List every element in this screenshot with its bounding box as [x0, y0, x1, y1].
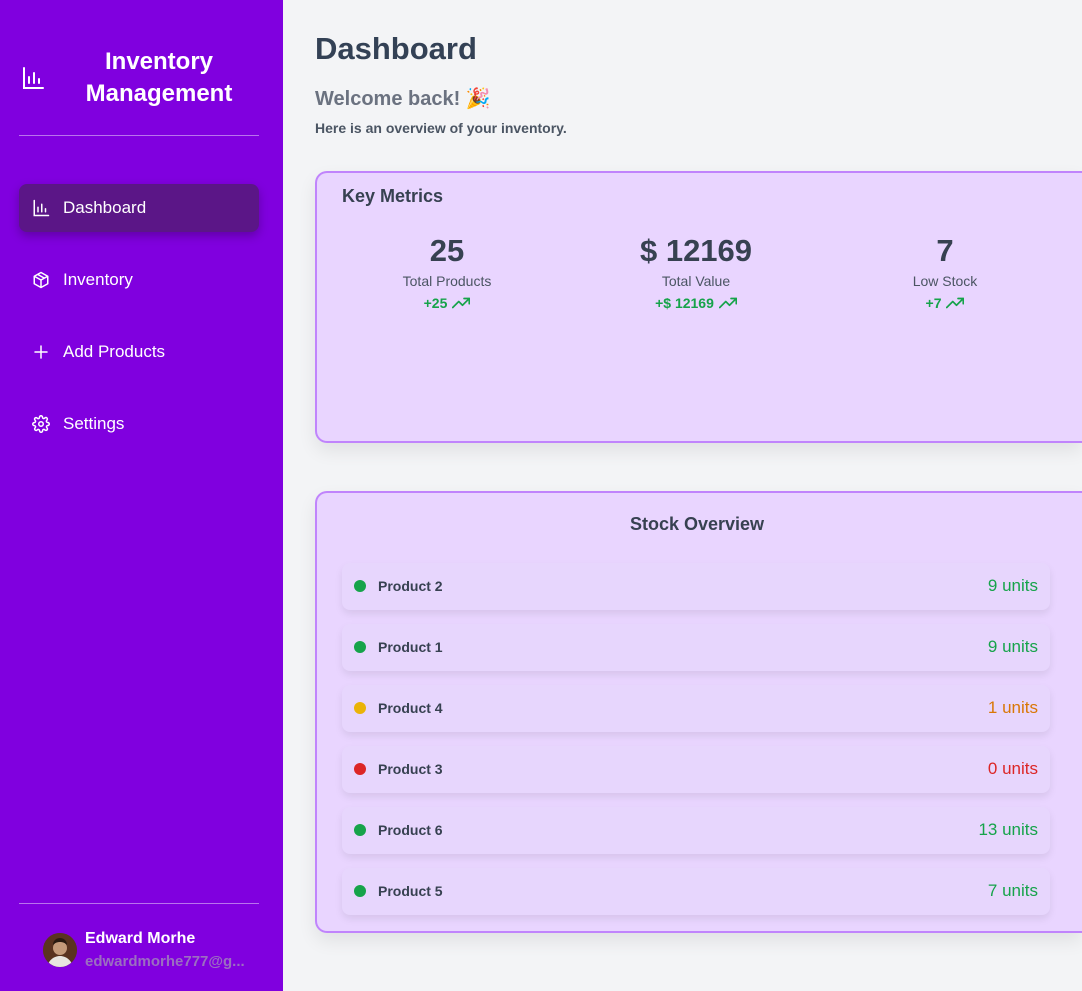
metric-value: $ 12169 [639, 233, 753, 268]
metric-change-value: +$ 12169 [655, 295, 714, 311]
welcome-text: Welcome back! 🎉 [315, 88, 491, 110]
product-name: Product 5 [378, 883, 443, 899]
gear-icon [31, 414, 51, 434]
stock-row: Product 1 9 units [342, 624, 1050, 671]
box-icon [31, 270, 51, 290]
sidebar-divider [19, 135, 259, 136]
metric-label: Low Stock [912, 273, 978, 289]
sidebar-item-label: Settings [63, 414, 125, 433]
trending-up-icon [718, 297, 737, 309]
sidebar-item-label: Inventory [63, 270, 133, 289]
key-metrics-heading: Key Metrics [342, 186, 444, 206]
metric-label: Total Value [661, 273, 731, 289]
product-units: 9 units [987, 637, 1038, 656]
product-name: Product 4 [378, 700, 443, 716]
chart-icon [31, 198, 51, 218]
user-name: Edward Morhe [85, 930, 196, 947]
metric-change-value: +25 [423, 295, 448, 311]
user-profile[interactable]: Edward Morhe edwardmorhe777@g... [43, 930, 263, 970]
main-content: Dashboard Welcome back! 🎉 Here is an ove… [283, 0, 1082, 991]
status-dot [354, 702, 366, 714]
status-dot [354, 763, 366, 775]
sidebar-item-dashboard[interactable]: Dashboard [19, 184, 259, 232]
product-units: 1 units [987, 698, 1038, 717]
stock-row: Product 3 0 units [342, 746, 1050, 793]
app-title: Inventory Management [85, 48, 233, 107]
product-name: Product 6 [378, 822, 443, 838]
product-name: Product 1 [378, 639, 443, 655]
status-dot [354, 580, 366, 592]
metric-total-products: 25 Total Products +25 [347, 233, 547, 311]
metric-value: 25 [429, 233, 465, 268]
sidebar-item-inventory[interactable]: Inventory [19, 256, 259, 304]
sidebar-divider [19, 903, 259, 904]
metric-change: +7 [845, 295, 1045, 311]
brand: Inventory Management [0, 46, 283, 112]
sidebar-item-label: Add Products [63, 342, 166, 361]
metric-change-value: +7 [925, 295, 942, 311]
metric-change: +$ 12169 [596, 295, 796, 311]
status-dot [354, 641, 366, 653]
product-name: Product 3 [378, 761, 443, 777]
product-name: Product 2 [378, 578, 443, 594]
stock-row: Product 4 1 units [342, 685, 1050, 732]
trending-up-icon [946, 297, 965, 309]
stock-row: Product 5 7 units [342, 868, 1050, 915]
metric-total-value: $ 12169 Total Value +$ 12169 [596, 233, 796, 311]
product-units: 0 units [987, 759, 1038, 778]
page-title: Dashboard [315, 31, 477, 66]
metric-low-stock: 7 Low Stock +7 [845, 233, 1045, 311]
stock-overview-card: Stock Overview Product 2 9 units Product… [315, 491, 1082, 933]
overview-text: Here is an overview of your inventory. [315, 120, 567, 136]
avatar [43, 933, 77, 967]
product-units: 13 units [978, 820, 1038, 839]
product-units: 9 units [987, 576, 1038, 595]
status-dot [354, 885, 366, 897]
sidebar-item-settings[interactable]: Settings [19, 400, 259, 448]
key-metrics-card: Key Metrics 25 Total Products +25 $ 1216… [315, 171, 1082, 443]
trending-up-icon [452, 297, 471, 309]
stock-row: Product 6 13 units [342, 807, 1050, 854]
stock-overview-heading: Stock Overview [629, 514, 765, 534]
product-units: 7 units [987, 881, 1038, 900]
user-email: edwardmorhe777@g... [85, 953, 245, 970]
stock-row: Product 2 9 units [342, 563, 1050, 610]
metric-change: +25 [347, 295, 547, 311]
sidebar-item-add-products[interactable]: Add Products [19, 328, 259, 376]
status-dot [354, 824, 366, 836]
metric-label: Total Products [402, 273, 492, 289]
sidebar-item-label: Dashboard [63, 198, 147, 217]
chart-icon [23, 67, 44, 89]
plus-icon [31, 342, 51, 362]
sidebar: Inventory Management Dashboard Inventory… [0, 0, 283, 991]
metric-value: 7 [936, 233, 954, 268]
